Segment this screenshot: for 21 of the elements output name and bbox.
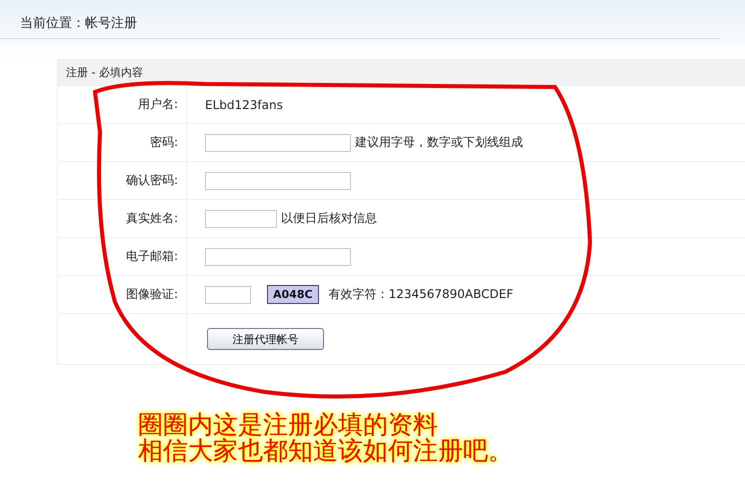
field-label: 确认密码: bbox=[126, 172, 178, 189]
field-label: 真实姓名: bbox=[126, 210, 178, 227]
input-field[interactable] bbox=[205, 248, 351, 266]
captcha-image: A048C bbox=[267, 285, 319, 304]
input-field[interactable] bbox=[205, 172, 351, 190]
input-field[interactable] bbox=[205, 134, 351, 152]
field-label: 图像验证: bbox=[126, 286, 178, 303]
username-value: ELbd123fans bbox=[205, 98, 283, 112]
annotation-text: 圈圈内这是注册必填的资料 bbox=[138, 412, 439, 438]
hint-text: 以便日后核对信息 bbox=[281, 210, 377, 227]
annotation-text: 相信大家也都知道该如何注册吧。 bbox=[138, 438, 513, 464]
breadcrumb: 当前位置：帐号注册 bbox=[0, 0, 720, 39]
hint-text: 有效字符：1234567890ABCDEF bbox=[328, 286, 514, 303]
field-label: 用户名: bbox=[138, 96, 178, 113]
field-label: 电子邮箱: bbox=[126, 248, 178, 265]
register-button[interactable]: 注册代理帐号 bbox=[207, 328, 324, 350]
panel-title: 注册 - 必填内容 bbox=[58, 60, 745, 85]
captcha-field[interactable] bbox=[205, 286, 251, 304]
input-field[interactable] bbox=[205, 210, 277, 228]
hint-text: 建议用字母，数字或下划线组成 bbox=[355, 134, 523, 151]
field-label: 密码: bbox=[150, 134, 178, 151]
